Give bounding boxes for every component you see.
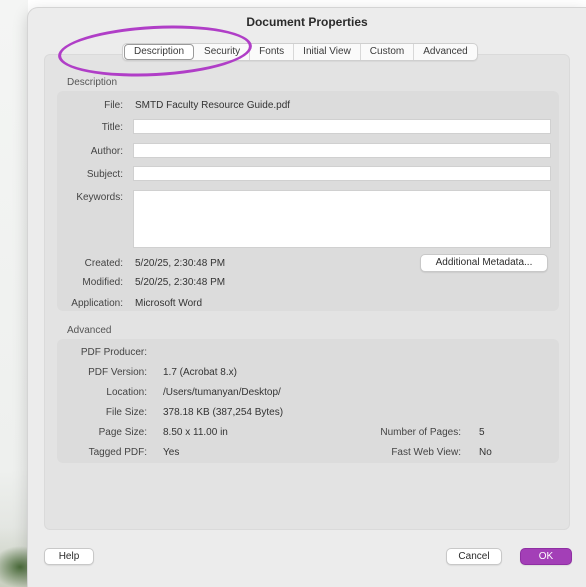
pdf-version-label: PDF Version: — [88, 367, 147, 378]
number-of-pages-label: Number of Pages: — [380, 427, 461, 438]
tab-initial-view[interactable]: Initial View — [294, 44, 361, 60]
tab-custom[interactable]: Custom — [361, 44, 415, 60]
file-size-label: File Size: — [105, 407, 147, 418]
subject-field[interactable] — [133, 166, 551, 181]
tagged-pdf-value: Yes — [163, 447, 180, 458]
fast-web-view-value: No — [479, 447, 492, 458]
title-field[interactable] — [133, 119, 551, 134]
description-section-label: Description — [67, 77, 118, 88]
title-label: Title: — [101, 122, 123, 133]
cancel-button[interactable]: Cancel — [446, 548, 502, 565]
application-value: Microsoft Word — [135, 298, 203, 309]
modified-label: Modified: — [82, 277, 123, 288]
tab-fonts[interactable]: Fonts — [250, 44, 295, 60]
author-label: Author: — [90, 146, 123, 157]
tagged-pdf-label: Tagged PDF: — [88, 447, 147, 458]
document-properties-dialog: Document Properties Description File: SM… — [28, 8, 586, 587]
location-label: Location: — [106, 387, 147, 398]
keywords-field[interactable] — [133, 190, 551, 248]
subject-label: Subject: — [86, 169, 123, 180]
keywords-label: Keywords: — [76, 192, 123, 203]
number-of-pages-value: 5 — [479, 427, 485, 438]
author-field[interactable] — [133, 143, 551, 158]
desktop-background — [0, 0, 28, 587]
page-size-label: Page Size: — [98, 427, 147, 438]
tab-advanced[interactable]: Advanced — [414, 44, 476, 60]
fast-web-view-label: Fast Web View: — [391, 447, 461, 458]
dialog-title: Document Properties — [246, 15, 368, 29]
ok-button[interactable]: OK — [520, 548, 572, 565]
file-value: SMTD Faculty Resource Guide.pdf — [135, 100, 291, 111]
modified-value: 5/20/25, 2:30:48 PM — [135, 277, 226, 288]
file-label: File: — [104, 100, 123, 111]
pdf-version-value: 1.7 (Acrobat 8.x) — [163, 367, 237, 378]
location-value: /Users/tumanyan/Desktop/ — [163, 387, 281, 398]
application-label: Application: — [71, 298, 123, 309]
file-size-value: 378.18 KB (387,254 Bytes) — [163, 407, 284, 418]
advanced-section-label: Advanced — [67, 325, 112, 336]
additional-metadata-button[interactable]: Additional Metadata... — [420, 254, 548, 272]
created-label: Created: — [84, 258, 123, 269]
pdf-producer-label: PDF Producer: — [80, 347, 147, 358]
page-size-value: 8.50 x 11.00 in — [163, 427, 228, 438]
content-panel: Description File: SMTD Faculty Resource … — [44, 54, 570, 530]
created-value: 5/20/25, 2:30:48 PM — [135, 258, 226, 269]
help-button[interactable]: Help — [44, 548, 94, 565]
